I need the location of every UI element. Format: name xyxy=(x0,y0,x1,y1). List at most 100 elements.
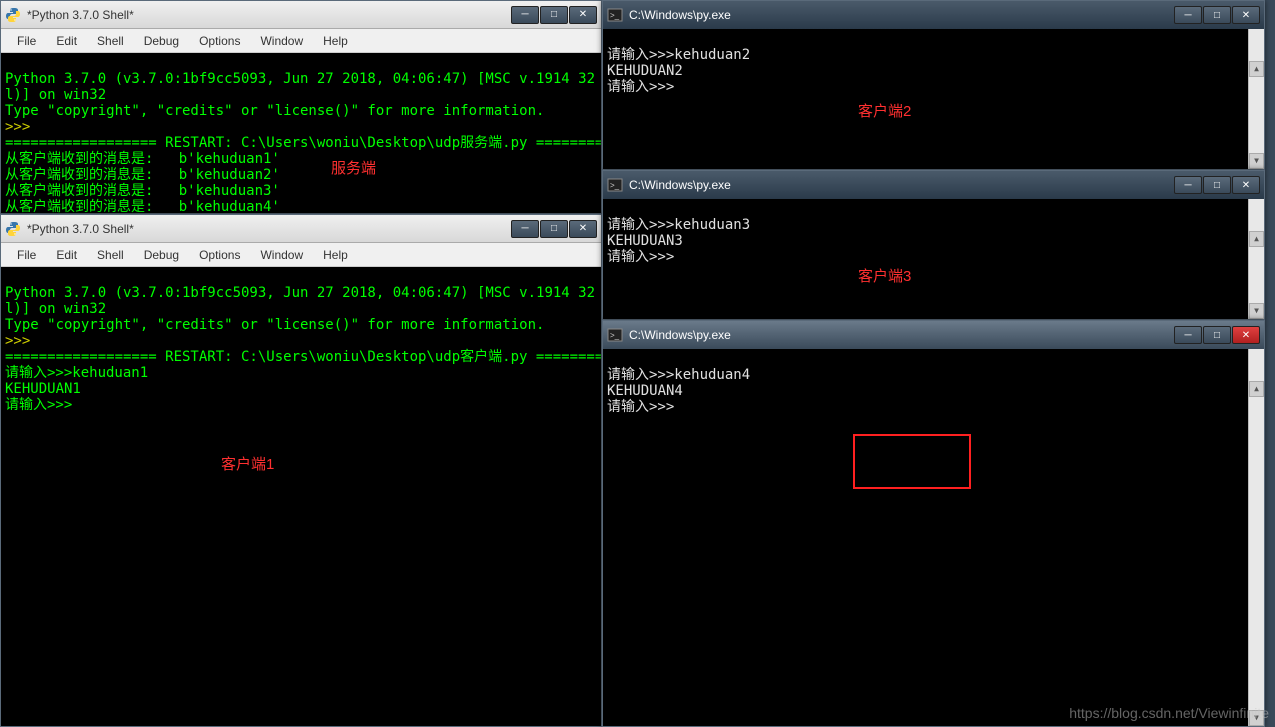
window-controls: ─ □ ✕ xyxy=(510,220,597,238)
close-button[interactable]: ✕ xyxy=(1232,326,1260,344)
python-icon xyxy=(5,7,21,23)
window-controls: ─ □ ✕ xyxy=(510,6,597,24)
client2-label: 客户端2 xyxy=(858,104,911,120)
menubar: File Edit Shell Debug Options Window Hel… xyxy=(1,243,601,267)
titlebar[interactable]: *Python 3.7.0 Shell* ─ □ ✕ xyxy=(1,215,601,243)
window-controls: ─ □ ✕ xyxy=(1173,176,1260,194)
window-title: *Python 3.7.0 Shell* xyxy=(27,8,510,22)
restart-line: ================== RESTART: C:\Users\won… xyxy=(5,349,601,365)
response-line-1: KEHUDUAN1 xyxy=(5,381,81,397)
menu-edit[interactable]: Edit xyxy=(46,246,87,264)
window-title: C:\Windows\py.exe xyxy=(629,8,1173,22)
close-button[interactable]: ✕ xyxy=(1232,6,1260,24)
scroll-up-icon[interactable]: ▲ xyxy=(1249,61,1264,77)
scroll-down-icon[interactable]: ▼ xyxy=(1249,153,1264,169)
cmd-client4-window: >_ C:\Windows\py.exe ─ □ ✕ 请输入>>>kehudua… xyxy=(602,320,1265,727)
menu-options[interactable]: Options xyxy=(189,32,250,50)
copyright-line: Type "copyright", "credits" or "license(… xyxy=(5,317,544,333)
recv-line-3: 从客户端收到的消息是: b'kehuduan3' xyxy=(5,183,280,199)
recv-line-1: 从客户端收到的消息是: b'kehuduan1' xyxy=(5,151,280,167)
input-line-2: 请输入>>> xyxy=(607,249,674,265)
titlebar[interactable]: >_ C:\Windows\py.exe ─ □ ✕ xyxy=(603,171,1264,199)
maximize-button[interactable]: □ xyxy=(1203,6,1231,24)
client1-label: 客户端1 xyxy=(221,457,274,473)
client3-label: 客户端3 xyxy=(858,269,911,285)
server-label: 服务端 xyxy=(331,161,376,177)
menu-debug[interactable]: Debug xyxy=(134,32,189,50)
response-line-1: KEHUDUAN3 xyxy=(607,233,683,249)
scrollbar[interactable]: ▲ ▼ xyxy=(1248,349,1264,726)
response-line-1: KEHUDUAN4 xyxy=(607,383,683,399)
menu-edit[interactable]: Edit xyxy=(46,32,87,50)
menu-shell[interactable]: Shell xyxy=(87,32,134,50)
titlebar[interactable]: >_ C:\Windows\py.exe ─ □ ✕ xyxy=(603,321,1264,349)
svg-text:>_: >_ xyxy=(610,331,620,340)
maximize-button[interactable]: □ xyxy=(1203,326,1231,344)
close-button[interactable]: ✕ xyxy=(1232,176,1260,194)
scroll-down-icon[interactable]: ▼ xyxy=(1249,303,1264,319)
version-line-2: l)] on win32 xyxy=(5,87,106,103)
menu-debug[interactable]: Debug xyxy=(134,246,189,264)
menubar: File Edit Shell Debug Options Window Hel… xyxy=(1,29,601,53)
scroll-up-icon[interactable]: ▲ xyxy=(1249,231,1264,247)
watermark: https://blog.csdn.net/Viewinfinite xyxy=(1069,705,1269,721)
input-line-1: 请输入>>>kehuduan2 xyxy=(607,47,750,63)
minimize-button[interactable]: ─ xyxy=(1174,6,1202,24)
version-line: Python 3.7.0 (v3.7.0:1bf9cc5093, Jun 27 … xyxy=(5,285,601,301)
python-icon xyxy=(5,221,21,237)
input-line-2: 请输入>>> xyxy=(607,79,674,95)
cmd-icon: >_ xyxy=(607,177,623,193)
maximize-button[interactable]: □ xyxy=(1203,176,1231,194)
scroll-up-icon[interactable]: ▲ xyxy=(1249,381,1264,397)
cmd-icon: >_ xyxy=(607,327,623,343)
recv-line-4: 从客户端收到的消息是: b'kehuduan4' xyxy=(5,199,280,213)
restart-line: ================== RESTART: C:\Users\won… xyxy=(5,135,601,151)
close-button[interactable]: ✕ xyxy=(569,220,597,238)
version-line: Python 3.7.0 (v3.7.0:1bf9cc5093, Jun 27 … xyxy=(5,71,601,87)
input-line-1: 请输入>>>kehuduan3 xyxy=(607,217,750,233)
python-shell-server-window: *Python 3.7.0 Shell* ─ □ ✕ File Edit She… xyxy=(0,0,602,214)
minimize-button[interactable]: ─ xyxy=(1174,326,1202,344)
window-controls: ─ □ ✕ xyxy=(1173,6,1260,24)
console-output[interactable]: Python 3.7.0 (v3.7.0:1bf9cc5093, Jun 27 … xyxy=(1,53,601,213)
window-title: *Python 3.7.0 Shell* xyxy=(27,222,510,236)
input-line-1: 请输入>>>kehuduan1 xyxy=(5,365,148,381)
minimize-button[interactable]: ─ xyxy=(1174,176,1202,194)
maximize-button[interactable]: □ xyxy=(540,6,568,24)
maximize-button[interactable]: □ xyxy=(540,220,568,238)
recv-line-2: 从客户端收到的消息是: b'kehuduan2' xyxy=(5,167,280,183)
console-output[interactable]: Python 3.7.0 (v3.7.0:1bf9cc5093, Jun 27 … xyxy=(1,267,601,726)
titlebar[interactable]: >_ C:\Windows\py.exe ─ □ ✕ xyxy=(603,1,1264,29)
copyright-line: Type "copyright", "credits" or "license(… xyxy=(5,103,544,119)
console-output[interactable]: 请输入>>>kehuduan2 KEHUDUAN2 请输入>>> 客户端2 ▲ … xyxy=(603,29,1264,169)
input-line-2: 请输入>>> xyxy=(5,397,72,413)
svg-text:>_: >_ xyxy=(610,181,620,190)
menu-window[interactable]: Window xyxy=(250,246,313,264)
cmd-client3-window: >_ C:\Windows\py.exe ─ □ ✕ 请输入>>>kehudua… xyxy=(602,170,1265,320)
console-output[interactable]: 请输入>>>kehuduan3 KEHUDUAN3 请输入>>> 客户端3 ▲ … xyxy=(603,199,1264,319)
menu-file[interactable]: File xyxy=(7,32,46,50)
scrollbar[interactable]: ▲ ▼ xyxy=(1248,199,1264,319)
prompt: >>> xyxy=(5,119,30,135)
menu-help[interactable]: Help xyxy=(313,246,358,264)
minimize-button[interactable]: ─ xyxy=(511,6,539,24)
menu-file[interactable]: File xyxy=(7,246,46,264)
close-button[interactable]: ✕ xyxy=(569,6,597,24)
cmd-icon: >_ xyxy=(607,7,623,23)
prompt: >>> xyxy=(5,333,30,349)
cmd-client2-window: >_ C:\Windows\py.exe ─ □ ✕ 请输入>>>kehudua… xyxy=(602,0,1265,170)
console-output[interactable]: 请输入>>>kehuduan4 KEHUDUAN4 请输入>>> ▲ ▼ xyxy=(603,349,1264,726)
titlebar[interactable]: *Python 3.7.0 Shell* ─ □ ✕ xyxy=(1,1,601,29)
menu-shell[interactable]: Shell xyxy=(87,246,134,264)
input-line-1: 请输入>>>kehuduan4 xyxy=(607,367,750,383)
scrollbar[interactable]: ▲ ▼ xyxy=(1248,29,1264,169)
window-title: C:\Windows\py.exe xyxy=(629,328,1173,342)
highlight-box xyxy=(853,434,971,489)
input-line-2: 请输入>>> xyxy=(607,399,674,415)
menu-window[interactable]: Window xyxy=(250,32,313,50)
window-controls: ─ □ ✕ xyxy=(1173,326,1260,344)
minimize-button[interactable]: ─ xyxy=(511,220,539,238)
menu-help[interactable]: Help xyxy=(313,32,358,50)
menu-options[interactable]: Options xyxy=(189,246,250,264)
response-line-1: KEHUDUAN2 xyxy=(607,63,683,79)
